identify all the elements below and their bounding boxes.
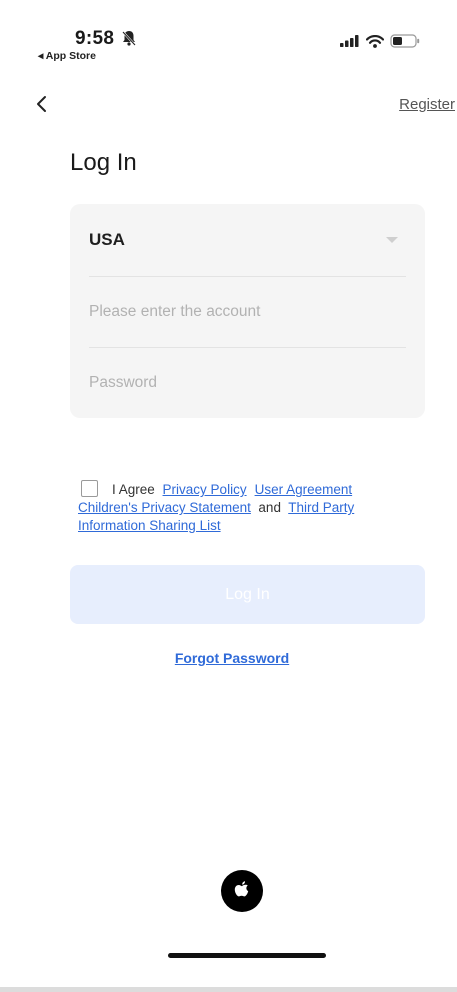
- signal-icon: [340, 35, 359, 47]
- agree-checkbox[interactable]: [81, 480, 98, 497]
- forgot-password-link[interactable]: Forgot Password: [0, 650, 457, 666]
- account-field-row: [89, 277, 406, 348]
- account-input[interactable]: [89, 277, 406, 347]
- login-button[interactable]: Log In: [70, 565, 425, 624]
- screen-bottom-edge: [0, 987, 457, 992]
- children-privacy-link[interactable]: Children's Privacy Statement: [78, 500, 251, 515]
- battery-icon: [390, 34, 420, 48]
- home-indicator: [168, 953, 326, 958]
- password-input[interactable]: [89, 348, 406, 418]
- privacy-policy-link[interactable]: Privacy Policy: [163, 482, 247, 497]
- login-form-card: USA: [70, 204, 425, 418]
- user-agreement-link[interactable]: User Agreement: [255, 482, 353, 497]
- apple-login-button[interactable]: [221, 870, 263, 912]
- status-icons: [340, 34, 420, 48]
- agree-label: I Agree: [112, 482, 155, 497]
- login-screen: 9:58 ◂ App Store Register Log In USA Ple…: [0, 0, 457, 992]
- status-time: 9:58: [75, 28, 115, 49]
- apple-icon: [234, 881, 249, 897]
- bell-muted-icon: [122, 31, 136, 46]
- region-value: USA: [89, 230, 125, 249]
- region-selector[interactable]: USA: [89, 204, 406, 277]
- back-chevron-icon[interactable]: [32, 94, 52, 114]
- forgot-password-label: Forgot Password: [174, 650, 290, 666]
- and-text: and: [258, 500, 281, 515]
- page-title: Log In: [70, 149, 137, 176]
- back-to-app-store[interactable]: ◂ App Store: [38, 50, 96, 62]
- wifi-icon: [366, 34, 384, 48]
- agreement-block: I Agree Privacy Policy User Agreement Chi…: [78, 480, 423, 535]
- register-link[interactable]: Register: [399, 96, 455, 113]
- password-field-row: [89, 348, 406, 418]
- chevron-down-icon: [386, 237, 398, 243]
